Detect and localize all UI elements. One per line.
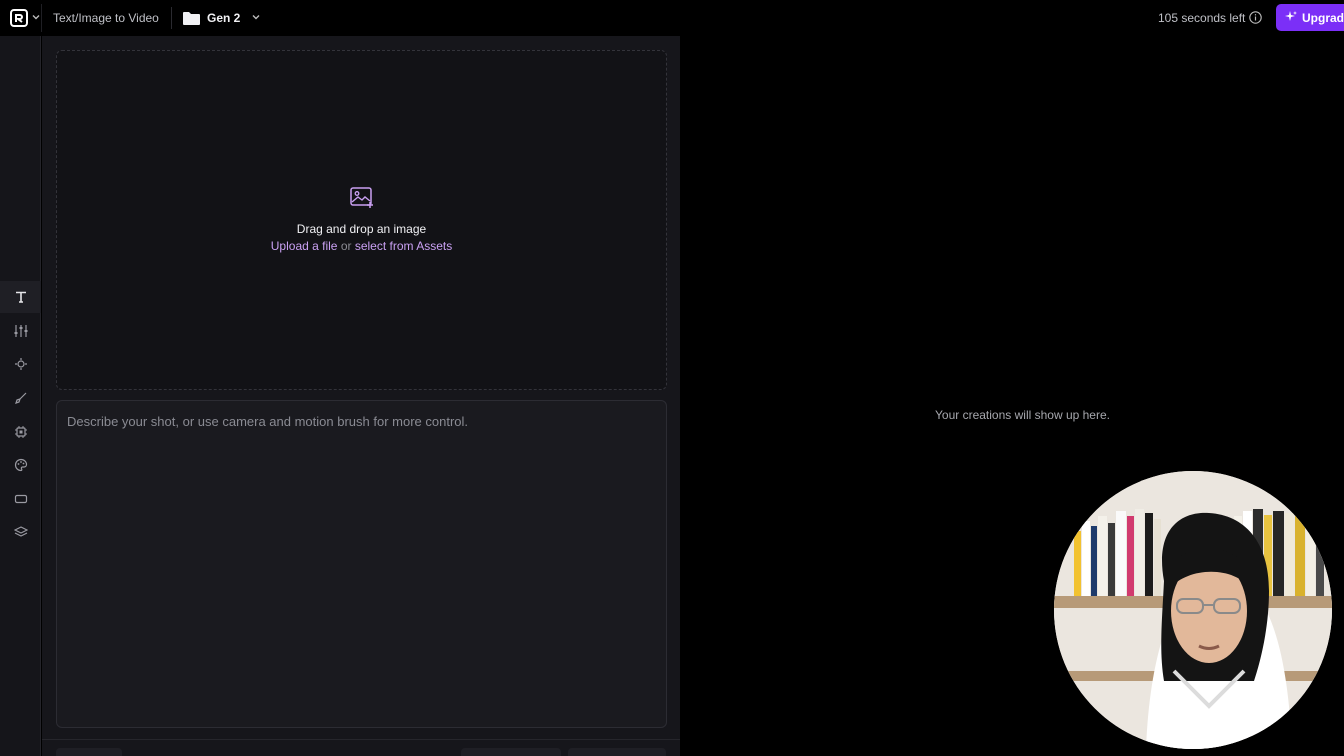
image-add-icon [350, 187, 373, 208]
info-icon[interactable] [1249, 11, 1262, 24]
sidebar-item-model[interactable] [0, 416, 41, 448]
prompt-input[interactable]: Describe your shot, or use camera and mo… [56, 400, 667, 728]
tool-sidebar [0, 36, 41, 756]
divider [171, 7, 172, 29]
sidebar-item-camera[interactable] [0, 348, 41, 380]
upgrade-label: Upgrade [1302, 11, 1344, 25]
project-selector[interactable]: Gen 2 [207, 11, 240, 25]
prompt-placeholder: Describe your shot, or use camera and mo… [67, 414, 469, 429]
chevron-down-icon[interactable] [31, 12, 41, 22]
sliders-icon [14, 325, 27, 337]
sidebar-item-settings[interactable] [0, 315, 41, 347]
credits-remaining: 105 seconds left [1158, 11, 1246, 25]
sidebar-item-layers[interactable] [0, 516, 41, 548]
folder-icon[interactable] [183, 11, 200, 25]
divider [42, 739, 680, 740]
tool-title: Text/Image to Video [53, 11, 159, 25]
chevron-down-icon[interactable] [251, 12, 261, 22]
divider [41, 4, 42, 32]
select-assets-link[interactable]: select from Assets [355, 239, 452, 253]
processor-icon [14, 426, 27, 438]
sidebar-item-motion-brush[interactable] [0, 382, 41, 414]
generate-button[interactable] [568, 748, 666, 756]
dropzone-title: Drag and drop an image [296, 222, 427, 236]
or-text: or [340, 239, 352, 253]
webcam-overlay [1054, 471, 1332, 749]
palette-icon [14, 458, 27, 472]
top-bar: Text/Image to Video Gen 2 105 seconds le… [0, 0, 1344, 36]
image-dropzone[interactable]: Drag and drop an image Upload a file or … [56, 50, 667, 390]
footer-button[interactable] [461, 748, 561, 756]
upload-file-link[interactable]: Upload a file [271, 239, 338, 253]
sparkle-icon [1285, 11, 1297, 21]
footer-button[interactable] [56, 748, 122, 756]
sidebar-item-text[interactable] [0, 281, 41, 313]
dropzone-subtitle: Upload a file or select from Assets [57, 239, 666, 253]
sidebar-item-style[interactable] [0, 449, 41, 481]
empty-state-message: Your creations will show up here. [935, 408, 1110, 422]
aspect-ratio-icon [14, 494, 27, 504]
runway-logo-icon[interactable] [10, 9, 28, 27]
presenter-webcam-image [1054, 471, 1332, 749]
generation-panel: Drag and drop an image Upload a file or … [42, 36, 680, 756]
camera-motion-icon [14, 358, 27, 370]
text-icon [15, 291, 26, 303]
upgrade-button[interactable]: Upgrade [1276, 4, 1344, 31]
motion-brush-icon [14, 392, 26, 404]
layers-icon [13, 526, 28, 537]
sidebar-item-aspect-ratio[interactable] [0, 483, 41, 515]
